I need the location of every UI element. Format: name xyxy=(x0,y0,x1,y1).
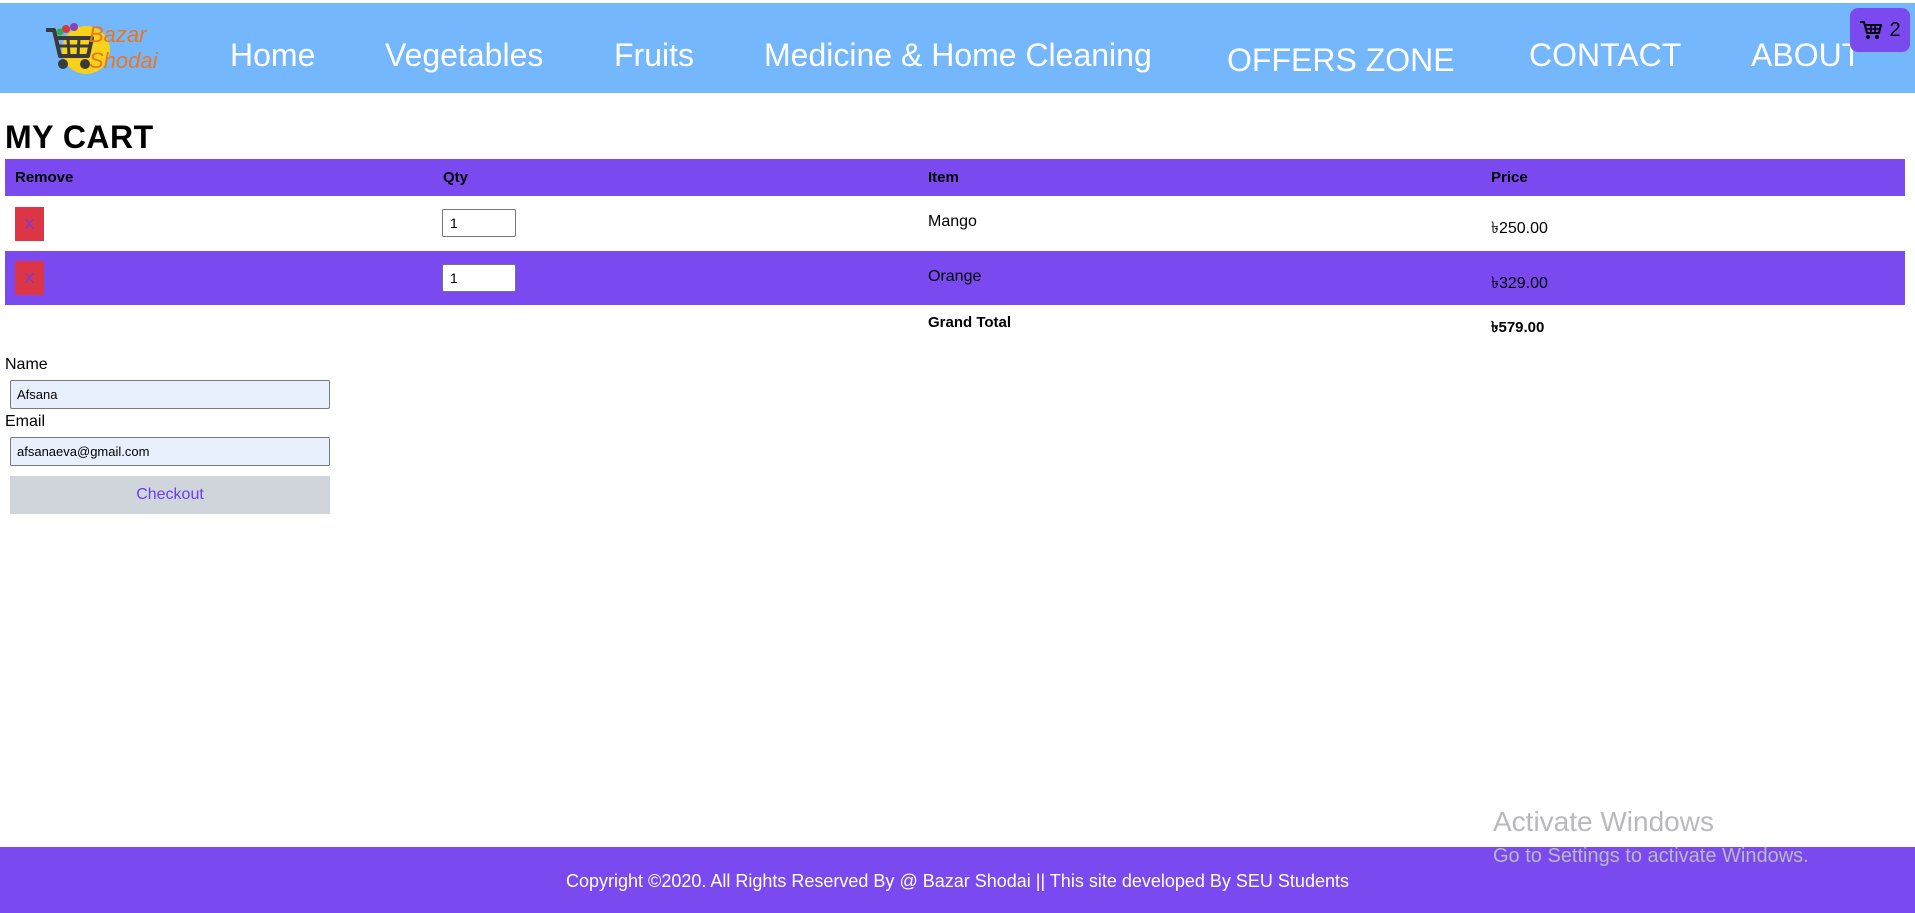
email-field[interactable] xyxy=(10,437,330,466)
logo-line-2: Shodai xyxy=(89,48,158,73)
footer-copyright: Copyright ©2020. All Rights Reserved By … xyxy=(566,871,1349,891)
grand-total-label: Grand Total xyxy=(928,314,1012,331)
nav-medicine-home-cleaning[interactable]: Medicine & Home Cleaning xyxy=(764,37,1152,74)
name-label: Name xyxy=(5,356,48,373)
logo-text: Bazar Shodai xyxy=(89,22,158,74)
nav-offers-zone[interactable]: OFFERS ZONE xyxy=(1227,42,1455,79)
item-name: Mango xyxy=(928,213,977,230)
header-remove: Remove xyxy=(15,169,74,186)
name-field[interactable] xyxy=(10,380,330,409)
brand-logo[interactable]: Bazar Shodai xyxy=(44,20,162,82)
header-qty: Qty xyxy=(443,169,469,186)
nav-contact[interactable]: CONTACT xyxy=(1529,37,1681,74)
item-price: ৳250.00 xyxy=(1491,220,1548,237)
table-row: X Mango ৳250.00 xyxy=(5,196,1905,251)
header-price: Price xyxy=(1491,169,1528,186)
header-item: Item xyxy=(928,169,959,186)
cart-badge-button[interactable]: 2 xyxy=(1850,8,1910,52)
remove-item-button[interactable]: X xyxy=(15,261,44,295)
site-header: Bazar Shodai Home Vegetables Fruits Medi… xyxy=(0,3,1915,93)
nav-fruits[interactable]: Fruits xyxy=(614,37,694,74)
quantity-input[interactable] xyxy=(442,209,516,237)
email-label: Email xyxy=(5,413,46,430)
page-title: MY CART xyxy=(5,119,154,155)
activate-windows-title: Activate Windows xyxy=(1493,806,1714,837)
remove-item-button[interactable]: X xyxy=(15,207,44,241)
nav-about[interactable]: ABOUT xyxy=(1751,37,1861,74)
item-price: ৳329.00 xyxy=(1491,275,1548,292)
activate-windows-subtitle: Go to Settings to activate Windows. xyxy=(1493,845,1809,867)
nav-vegetables[interactable]: Vegetables xyxy=(385,37,543,74)
grand-total-row: Grand Total ৳579.00 xyxy=(5,305,1905,350)
table-row: X Orange ৳329.00 xyxy=(5,251,1905,305)
table-header-row: Remove Qty Item Price xyxy=(5,159,1905,196)
nav-home[interactable]: Home xyxy=(230,37,315,74)
cart-count: 2 xyxy=(1889,18,1901,41)
cart-icon xyxy=(1860,21,1883,39)
logo-line-1: Bazar xyxy=(89,22,147,47)
grand-total-value: ৳579.00 xyxy=(1491,319,1545,336)
item-name: Orange xyxy=(928,268,982,285)
checkout-button[interactable]: Checkout xyxy=(10,476,330,514)
quantity-input[interactable] xyxy=(442,264,516,292)
